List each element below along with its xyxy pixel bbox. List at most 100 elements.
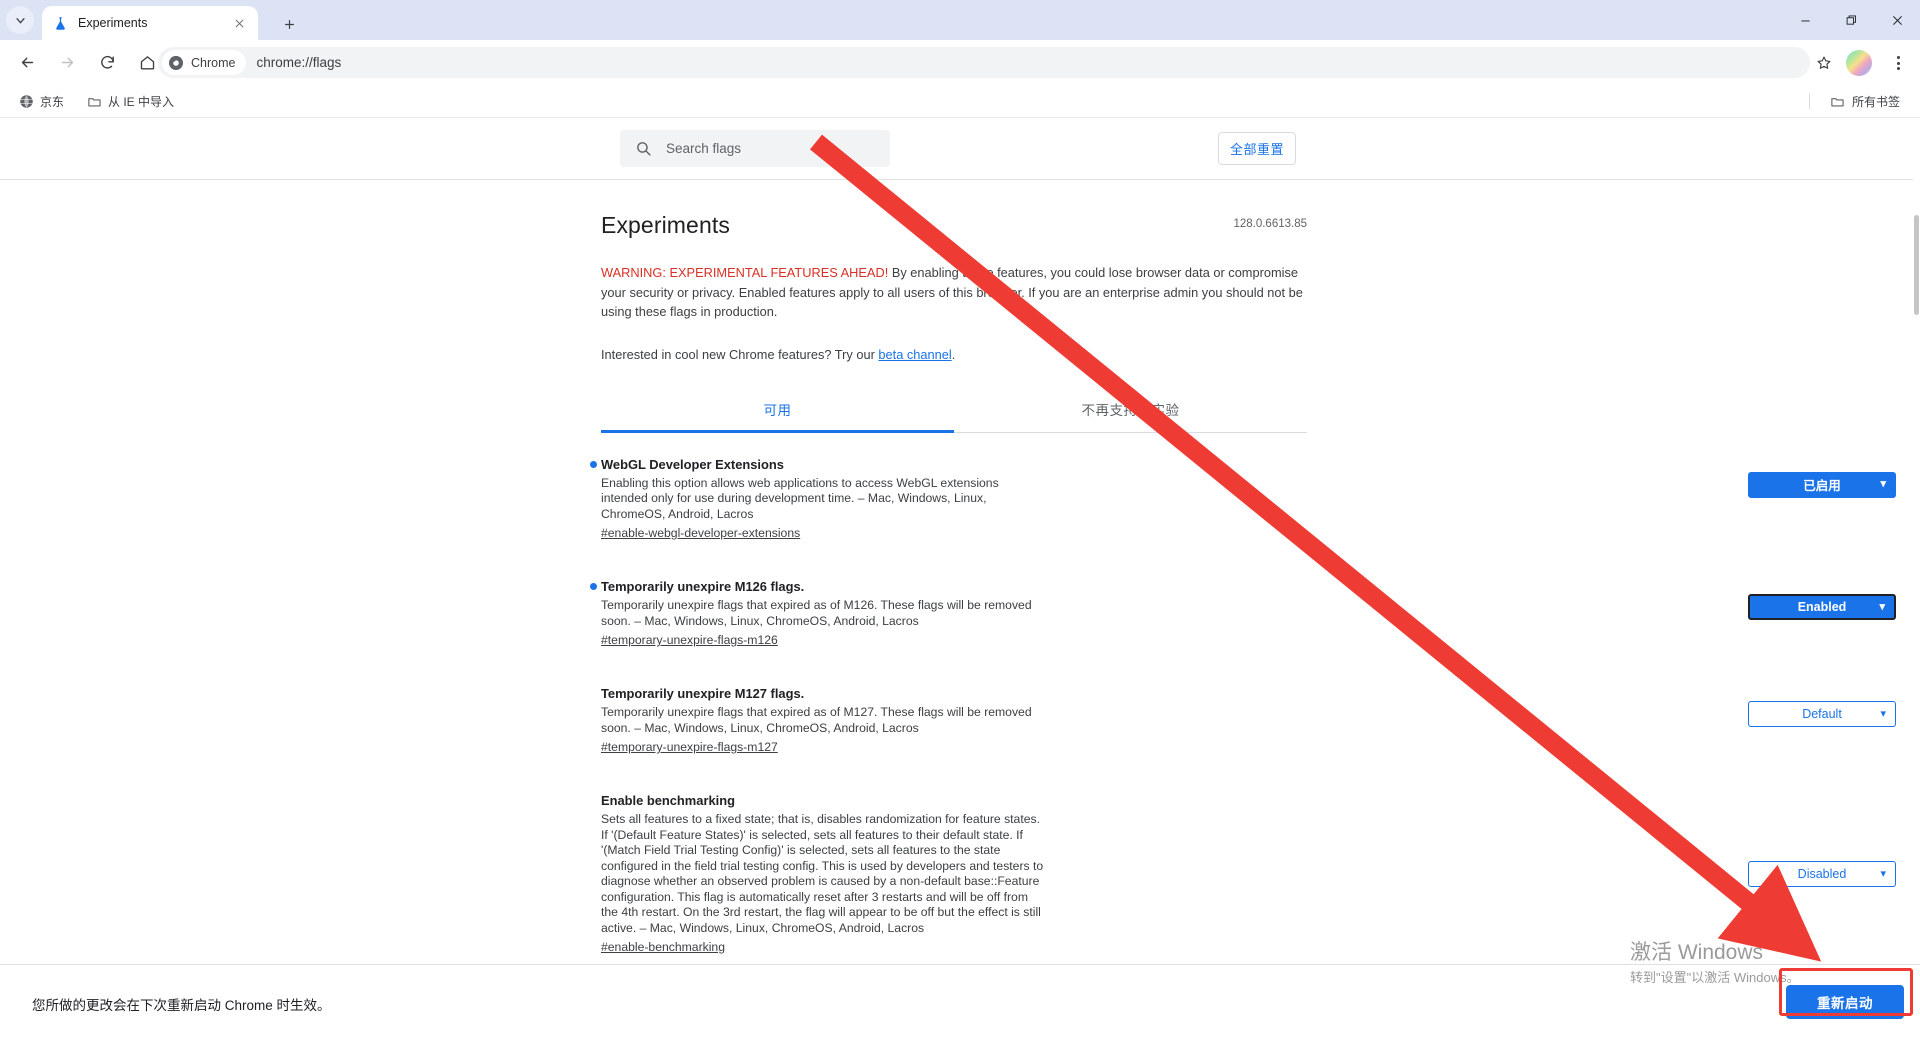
flag-state-label: Enabled xyxy=(1797,600,1847,614)
profile-avatar[interactable] xyxy=(1846,50,1872,76)
flag-text-block: WebGL Developer Extensions Enabling this… xyxy=(590,456,1048,543)
chevron-down-icon: ▾ xyxy=(1880,707,1886,720)
chevron-down-icon: ▾ xyxy=(1879,600,1885,613)
forward-button[interactable] xyxy=(50,46,84,80)
flag-state-select[interactable]: Enabled ▾ xyxy=(1748,594,1896,620)
bookmarks-bar: 京东 从 IE 中导入 所有书签 xyxy=(0,85,1920,118)
flag-state-label: Disabled xyxy=(1797,867,1847,881)
three-dot-menu-icon[interactable] xyxy=(1886,51,1910,75)
flask-icon-svg xyxy=(56,16,65,30)
search-flags-field[interactable]: Search flags xyxy=(620,130,890,167)
flag-state-select[interactable]: Disabled ▾ xyxy=(1748,861,1896,887)
flag-text-block: Enable benchmarking Sets all features to… xyxy=(601,792,1048,956)
beta-channel-link[interactable]: beta channel xyxy=(878,347,951,362)
bookmark-folder-ie-import[interactable]: 从 IE 中导入 xyxy=(78,89,182,113)
folder-icon xyxy=(86,93,102,109)
flag-text-block: Temporarily unexpire M126 flags. Tempora… xyxy=(590,578,1048,649)
reload-button[interactable] xyxy=(90,46,124,80)
tab-active-underline xyxy=(601,430,954,433)
flag-row: Enable benchmarking Sets all features to… xyxy=(601,780,1896,962)
globe-icon-svg xyxy=(19,94,33,108)
back-button[interactable] xyxy=(10,46,44,80)
all-bookmarks-label: 所有书签 xyxy=(1851,94,1900,109)
flag-row: Temporarily unexpire M126 flags. Tempora… xyxy=(590,566,1896,655)
page-title: Experiments xyxy=(601,212,730,238)
beta-prefix: Interested in cool new Chrome features? … xyxy=(601,346,879,362)
close-icon xyxy=(1892,15,1902,25)
home-icon xyxy=(140,56,154,70)
chevron-down-icon xyxy=(15,17,25,24)
minimize-button[interactable] xyxy=(1782,0,1828,40)
search-icon xyxy=(637,142,651,156)
chrome-logo-icon xyxy=(168,55,184,71)
warning-prefix: WARNING: EXPERIMENTAL FEATURES AHEAD! xyxy=(601,265,889,280)
beta-channel-line: Interested in cool new Chrome features? … xyxy=(601,345,1307,364)
flag-name: Enable benchmarking xyxy=(601,793,735,808)
beta-suffix: . xyxy=(951,346,956,362)
flag-state-label: 已启用 xyxy=(1803,479,1841,493)
tab-unsupported[interactable]: 不再支持的实验 xyxy=(954,389,1307,432)
all-bookmarks-area: 所有书签 xyxy=(1808,89,1908,113)
flags-tabs: 可用 不再支持的实验 xyxy=(601,389,1307,433)
chevron-down-icon: ▾ xyxy=(1880,867,1886,880)
folder-icon xyxy=(1830,93,1846,109)
flag-anchor-link[interactable]: #enable-benchmarking xyxy=(601,940,725,954)
folder-icon-svg xyxy=(1831,97,1845,106)
all-bookmarks-button[interactable]: 所有书签 xyxy=(1822,89,1908,113)
tab-title: Experiments xyxy=(78,16,148,30)
chrome-logo-svg xyxy=(169,55,183,70)
new-tab-button[interactable] xyxy=(275,10,303,38)
relaunch-button[interactable]: 重新启动 xyxy=(1786,985,1904,1019)
reload-icon xyxy=(100,55,114,69)
search-placeholder: Search flags xyxy=(666,141,742,156)
plus-icon xyxy=(284,19,294,29)
window-controls xyxy=(1782,0,1920,40)
flag-state-select[interactable]: Default ▾ xyxy=(1748,701,1896,727)
close-icon-svg xyxy=(235,19,243,27)
flag-description: Sets all features to a fixed state; that… xyxy=(601,812,1044,935)
browser-window: Experiments Chrome chrome://flags 京东 从 I… xyxy=(0,0,1920,1040)
flags-header: Search flags 全部重置 xyxy=(0,118,1913,180)
bookmark-folder-label: 从 IE 中导入 xyxy=(108,94,175,109)
restart-notice: 您所做的更改会在下次重新启动 Chrome 时生效。 xyxy=(32,998,331,1013)
chrome-chip: Chrome xyxy=(162,50,247,75)
scrollbar-thumb[interactable] xyxy=(1914,215,1919,315)
flag-description: Temporarily unexpire flags that expired … xyxy=(601,705,1032,735)
flag-row: WebGL Developer Extensions Enabling this… xyxy=(590,444,1896,549)
globe-icon xyxy=(18,93,34,109)
flask-icon xyxy=(52,15,69,32)
chrome-version: 128.0.6613.85 xyxy=(1233,218,1307,230)
flags-page: Search flags 全部重置 Experiments 128.0.6613… xyxy=(0,118,1920,1040)
address-bar[interactable]: Chrome chrome://flags xyxy=(158,47,1810,78)
bookmark-label: 京东 xyxy=(40,94,65,109)
window-close-button[interactable] xyxy=(1874,0,1920,40)
close-icon[interactable] xyxy=(230,14,248,32)
url-text[interactable]: chrome://flags xyxy=(256,55,1804,70)
tab-strip: Experiments xyxy=(0,0,1920,40)
warning-text: WARNING: EXPERIMENTAL FEATURES AHEAD! By… xyxy=(601,263,1307,322)
flags-content: Experiments 128.0.6613.85 WARNING: EXPER… xyxy=(590,180,1896,1040)
star-icon xyxy=(1817,56,1831,69)
bookmark-item-jd[interactable]: 京东 xyxy=(10,89,72,113)
bookmark-star-button[interactable] xyxy=(1812,51,1836,75)
flag-state-select[interactable]: 已启用 ▾ xyxy=(1748,471,1896,498)
minimize-icon xyxy=(1800,20,1810,21)
flag-description: Temporarily unexpire flags that expired … xyxy=(601,598,1032,628)
back-arrow-icon xyxy=(21,57,33,68)
flag-description: Enabling this option allows web applicat… xyxy=(601,475,999,521)
tab-available[interactable]: 可用 xyxy=(601,389,954,432)
tab-search-button[interactable] xyxy=(6,6,34,34)
flag-anchor-link[interactable]: #enable-webgl-developer-extensions xyxy=(601,526,800,540)
flag-text-block: Temporarily unexpire M127 flags. Tempora… xyxy=(601,685,1048,756)
flags-body: Experiments 128.0.6613.85 WARNING: EXPER… xyxy=(0,180,1920,1040)
flag-anchor-link[interactable]: #temporary-unexpire-flags-m126 xyxy=(601,633,778,647)
forward-arrow-icon xyxy=(61,57,73,68)
divider xyxy=(1808,93,1810,109)
flag-anchor-link[interactable]: #temporary-unexpire-flags-m127 xyxy=(601,740,778,754)
browser-tab[interactable]: Experiments xyxy=(42,6,258,40)
reset-all-button[interactable]: 全部重置 xyxy=(1218,132,1296,165)
page-scrollbar[interactable] xyxy=(1913,180,1920,1040)
flag-row: Temporarily unexpire M127 flags. Tempora… xyxy=(601,673,1896,762)
maximize-button[interactable] xyxy=(1828,0,1874,40)
flag-name: Temporarily unexpire M127 flags. xyxy=(601,686,805,701)
